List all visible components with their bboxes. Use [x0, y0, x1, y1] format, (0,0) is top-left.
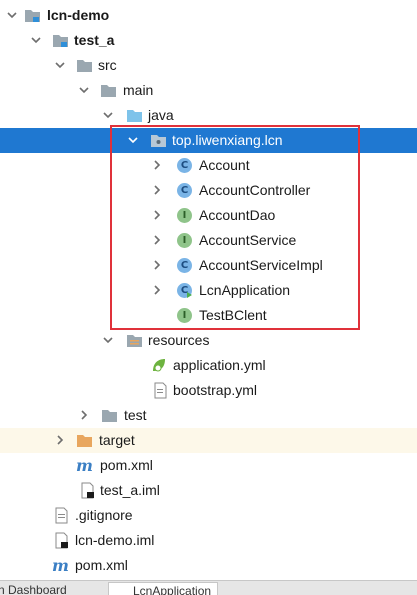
- bottom-tool-tab-bar: n Dashboard LcnApplication: [0, 580, 417, 595]
- source-folder-icon: [126, 107, 143, 124]
- folder-icon: [76, 57, 93, 74]
- chevron-down-icon[interactable]: [78, 84, 90, 96]
- chevron-right-icon[interactable]: [78, 409, 90, 421]
- module-folder-icon: [24, 7, 41, 24]
- chevron-right-icon[interactable]: [151, 209, 163, 221]
- file-label: test_a.iml: [100, 482, 160, 498]
- chevron-down-icon[interactable]: [30, 34, 42, 46]
- folder-label: test: [124, 407, 147, 423]
- class-label: AccountDao: [199, 207, 276, 223]
- folder-label: src: [98, 57, 117, 73]
- tree-row-class[interactable]: C AccountController: [0, 178, 417, 203]
- class-label: AccountService: [199, 232, 297, 248]
- tab-lcn-application[interactable]: LcnApplication: [108, 582, 219, 595]
- java-class-icon: C: [176, 182, 193, 199]
- resources-folder-icon: [126, 332, 143, 349]
- spring-config-icon: [150, 357, 167, 374]
- root-project-label: lcn-demo: [47, 7, 110, 23]
- tree-row-package[interactable]: top.liwenxiang.lcn: [0, 128, 417, 153]
- tree-row-class[interactable]: C AccountServiceImpl: [0, 253, 417, 278]
- package-label: top.liwenxiang.lcn: [172, 132, 283, 148]
- iml-file-icon: [54, 532, 71, 549]
- tree-row-class[interactable]: C LcnApplication: [0, 278, 417, 303]
- java-class-icon: C: [176, 157, 193, 174]
- folder-icon: [101, 407, 118, 424]
- tab-dashboard[interactable]: n Dashboard: [0, 582, 67, 595]
- svg-text:m: m: [76, 457, 93, 474]
- chevron-right-icon[interactable]: [54, 434, 66, 446]
- tree-row-java[interactable]: java: [0, 103, 417, 128]
- java-class-icon: C: [176, 257, 193, 274]
- tree-row-test-a[interactable]: test_a: [0, 28, 417, 53]
- maven-icon: m: [52, 556, 69, 575]
- tree-row-target[interactable]: target: [0, 428, 417, 453]
- file-label: lcn-demo.iml: [75, 532, 155, 548]
- tree-row-file[interactable]: application.yml: [0, 353, 417, 378]
- module-folder-icon: [52, 32, 69, 49]
- tree-row-file[interactable]: test_a.iml: [0, 478, 417, 503]
- package-icon: [150, 132, 167, 149]
- file-label: pom.xml: [100, 457, 153, 473]
- tree-row-interface[interactable]: I AccountService: [0, 228, 417, 253]
- tree-row-file[interactable]: .gitignore: [0, 503, 417, 528]
- tree-row-class[interactable]: C Account: [0, 153, 417, 178]
- file-label: bootstrap.yml: [173, 382, 258, 398]
- chevron-right-icon[interactable]: [151, 234, 163, 246]
- folder-label: target: [99, 432, 135, 448]
- folder-label: resources: [148, 332, 210, 348]
- tree-row-src[interactable]: src: [0, 53, 417, 78]
- chevron-down-icon[interactable]: [127, 134, 139, 146]
- tree-row-file[interactable]: m pom.xml: [0, 453, 417, 478]
- tree-row-resources[interactable]: resources: [0, 328, 417, 353]
- spring-boot-class-icon: C: [176, 282, 193, 299]
- folder-label: java: [148, 107, 174, 123]
- tree-row-file[interactable]: m pom.xml: [0, 553, 417, 578]
- class-label: TestBClent: [199, 307, 267, 323]
- tree-row-main[interactable]: main: [0, 78, 417, 103]
- class-label: AccountServiceImpl: [199, 257, 323, 273]
- java-interface-icon: I: [176, 207, 193, 224]
- folder-icon: [100, 82, 117, 99]
- file-label: .gitignore: [75, 507, 133, 523]
- chevron-right-icon[interactable]: [151, 184, 163, 196]
- module-label: test_a: [74, 32, 115, 48]
- chevron-right-icon[interactable]: [151, 259, 163, 271]
- folder-label: main: [123, 82, 154, 98]
- class-label: AccountController: [199, 182, 311, 198]
- maven-icon: m: [76, 456, 93, 475]
- chevron-down-icon[interactable]: [6, 9, 18, 21]
- chevron-down-icon[interactable]: [54, 59, 66, 71]
- file-label: pom.xml: [75, 557, 128, 573]
- tree-row-interface[interactable]: I TestBClent: [0, 303, 417, 328]
- text-file-icon: [54, 507, 71, 524]
- class-label: LcnApplication: [199, 282, 291, 298]
- iml-file-icon: [80, 482, 97, 499]
- chevron-down-icon[interactable]: [102, 109, 114, 121]
- tree-row-lcn-demo[interactable]: lcn-demo: [0, 3, 417, 28]
- java-interface-icon: I: [176, 307, 193, 324]
- java-interface-icon: I: [176, 232, 193, 249]
- chevron-right-icon[interactable]: [151, 159, 163, 171]
- excluded-folder-icon: [76, 432, 93, 449]
- tree-row-file[interactable]: lcn-demo.iml: [0, 528, 417, 553]
- tree-row-interface[interactable]: I AccountDao: [0, 203, 417, 228]
- tree-row-test[interactable]: test: [0, 403, 417, 428]
- chevron-down-icon[interactable]: [102, 334, 114, 346]
- tree-row-file[interactable]: bootstrap.yml: [0, 378, 417, 403]
- chevron-right-icon[interactable]: [151, 284, 163, 296]
- yaml-file-icon: [152, 382, 169, 399]
- svg-text:m: m: [52, 557, 69, 574]
- class-label: Account: [199, 157, 250, 173]
- file-label: application.yml: [173, 357, 266, 373]
